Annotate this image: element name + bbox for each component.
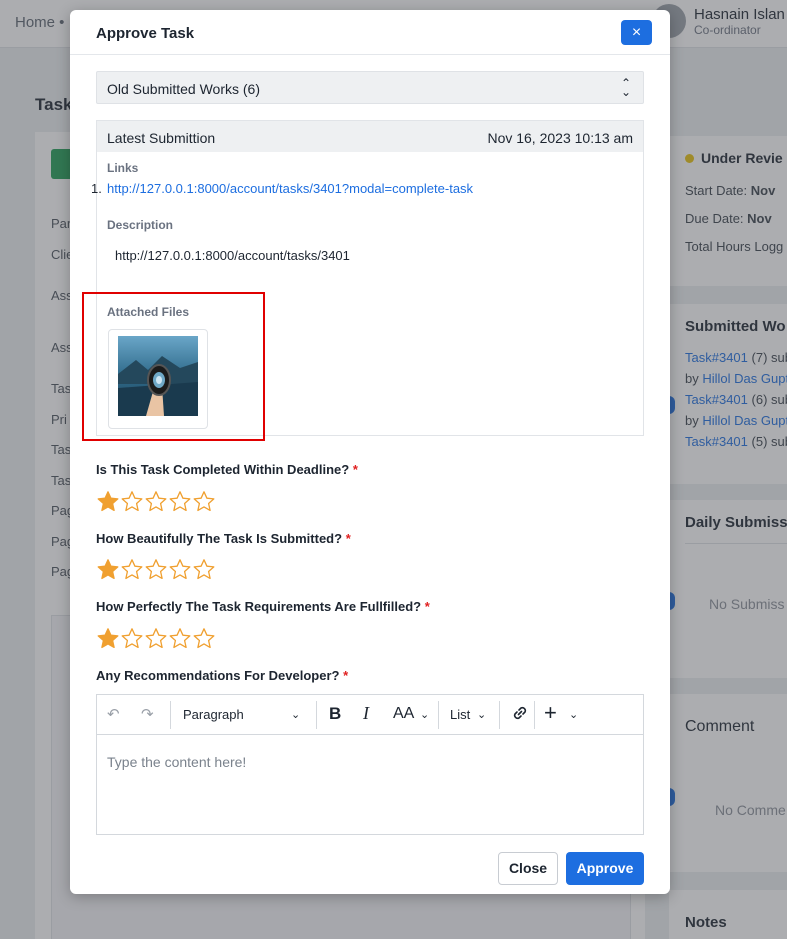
- question-label: How Beautifully The Task Is Submitted? *: [96, 531, 351, 546]
- editor-toolbar: ↶ ↷ Paragraph ⌄ B I AA ⌄ List ⌄ + ⌄: [97, 695, 643, 735]
- question-label: Is This Task Completed Within Deadline? …: [96, 462, 358, 477]
- star-empty-icon[interactable]: [192, 558, 216, 580]
- star-empty-icon[interactable]: [120, 558, 144, 580]
- star-empty-icon[interactable]: [120, 627, 144, 649]
- submission-link[interactable]: http://127.0.0.1:8000/account/tasks/3401…: [107, 181, 473, 196]
- approve-button[interactable]: Approve: [566, 852, 644, 885]
- chevron-down-icon: ⌄: [291, 709, 301, 721]
- recommendations-label: Any Recommendations For Developer? *: [96, 668, 349, 683]
- insert-plus-icon[interactable]: +: [544, 700, 557, 726]
- highlight-box: [82, 292, 265, 441]
- list-dropdown[interactable]: List: [450, 707, 470, 722]
- star-filled-icon[interactable]: [96, 558, 120, 580]
- chevron-up-down-icon: ⌃ ⌄: [620, 76, 631, 99]
- submission-header: Latest Submittion Nov 16, 2023 10:13 am: [97, 121, 643, 152]
- description-label: Description: [107, 218, 174, 232]
- heading-dropdown[interactable]: Paragraph: [183, 707, 244, 722]
- star-empty-icon[interactable]: [168, 627, 192, 649]
- close-icon[interactable]: ×: [621, 20, 652, 45]
- undo-icon[interactable]: ↶: [107, 705, 120, 723]
- star-filled-icon[interactable]: [96, 627, 120, 649]
- editor-content[interactable]: Type the content here!: [107, 754, 246, 770]
- close-button[interactable]: Close: [498, 852, 558, 885]
- star-empty-icon[interactable]: [144, 558, 168, 580]
- beauty-rating[interactable]: [96, 558, 216, 580]
- description-text: http://127.0.0.1:8000/account/tasks/3401: [115, 248, 350, 263]
- submission-date: Nov 16, 2023 10:13 am: [487, 130, 633, 146]
- old-submissions-select[interactable]: Old Submitted Works (6) ⌃ ⌄: [96, 71, 644, 104]
- chevron-down-icon: ⌄: [569, 709, 579, 721]
- chevron-down-icon: ⌄: [477, 709, 487, 721]
- modal-title: Approve Task: [96, 25, 195, 42]
- star-empty-icon[interactable]: [168, 558, 192, 580]
- link-item: 1. http://127.0.0.1:8000/account/tasks/34…: [91, 181, 473, 196]
- approve-task-modal: Approve Task × Old Submitted Works (6) ⌃…: [70, 10, 670, 894]
- star-empty-icon[interactable]: [192, 490, 216, 512]
- star-filled-icon[interactable]: [96, 490, 120, 512]
- question-label: How Perfectly The Task Requirements Are …: [96, 599, 430, 614]
- redo-icon[interactable]: ↷: [141, 705, 154, 723]
- chevron-down-icon: ⌄: [420, 709, 430, 721]
- star-empty-icon[interactable]: [144, 490, 168, 512]
- italic-button[interactable]: I: [363, 703, 369, 724]
- link-icon[interactable]: [511, 704, 529, 726]
- font-size-dropdown[interactable]: AA: [393, 705, 414, 723]
- star-empty-icon[interactable]: [168, 490, 192, 512]
- link-number: 1.: [91, 181, 102, 196]
- requirements-rating[interactable]: [96, 627, 216, 649]
- bold-button[interactable]: B: [329, 704, 341, 724]
- select-value: Old Submitted Works (6): [107, 81, 261, 97]
- deadline-rating[interactable]: [96, 490, 216, 512]
- star-empty-icon[interactable]: [144, 627, 168, 649]
- star-empty-icon[interactable]: [192, 627, 216, 649]
- submission-heading: Latest Submittion: [107, 130, 216, 146]
- links-label: Links: [107, 161, 139, 175]
- modal-header: Approve Task ×: [70, 10, 670, 55]
- star-empty-icon[interactable]: [120, 490, 144, 512]
- recommendations-editor: ↶ ↷ Paragraph ⌄ B I AA ⌄ List ⌄ + ⌄ Type…: [96, 694, 644, 835]
